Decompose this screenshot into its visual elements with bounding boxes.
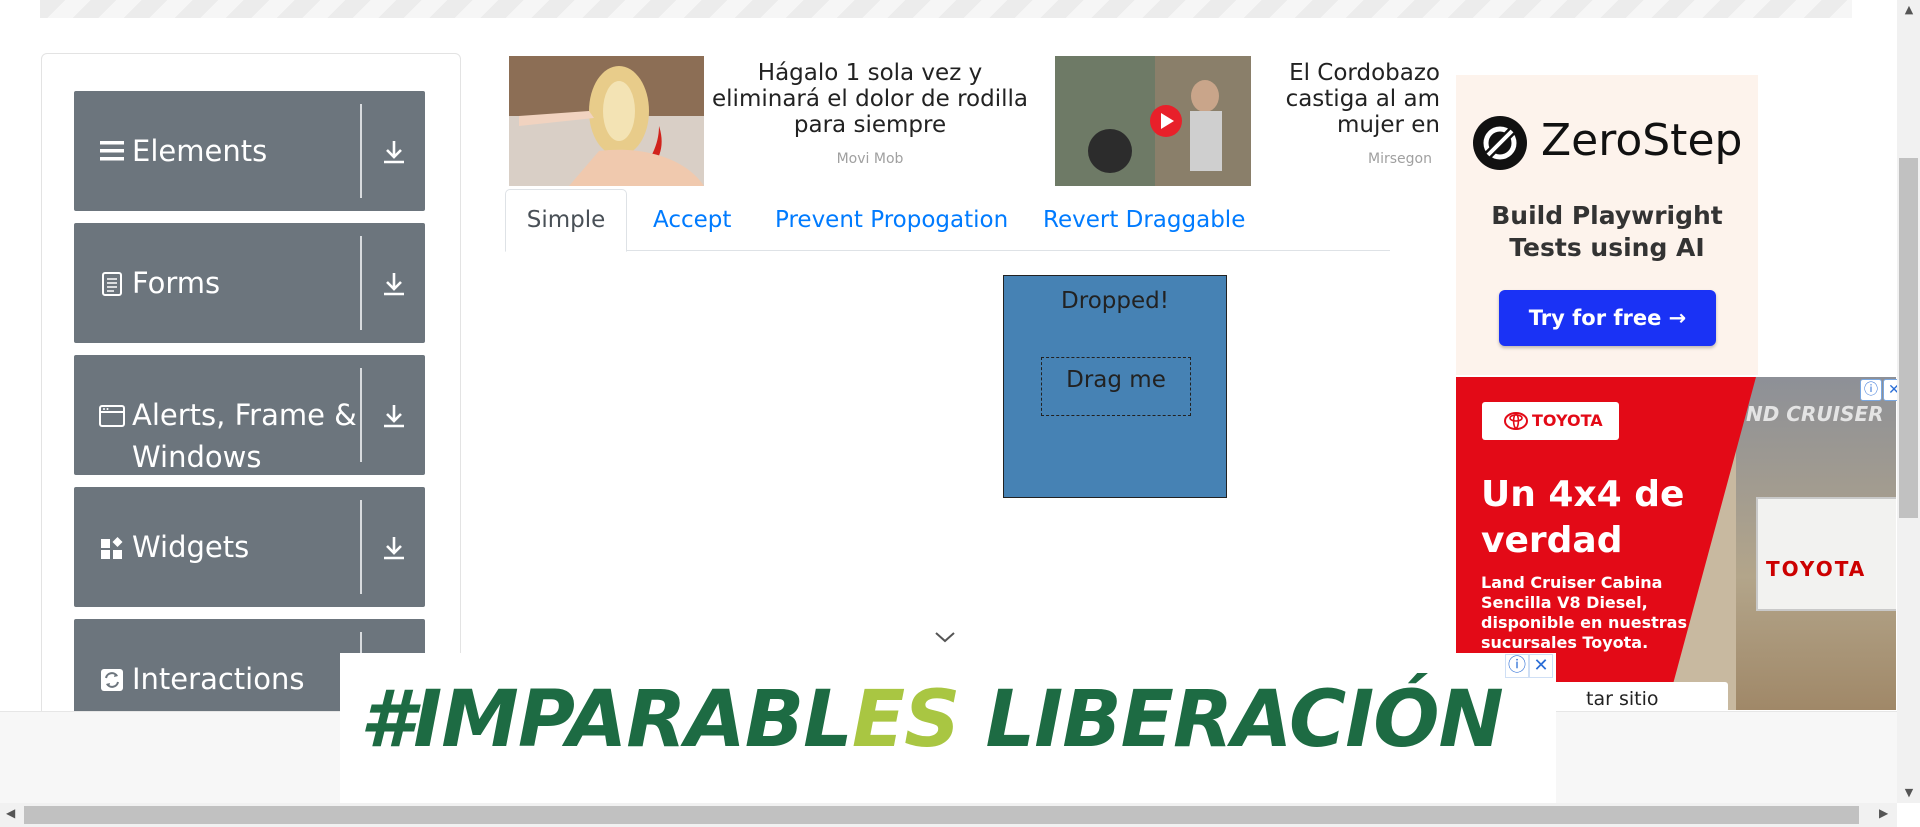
widgets-icon xyxy=(101,537,123,559)
knee-ad-image[interactable] xyxy=(509,56,704,186)
scroll-left-icon[interactable]: ◀ xyxy=(6,806,15,820)
interactions-icon xyxy=(101,669,123,691)
tab-simple[interactable]: Simple xyxy=(505,189,627,252)
sidebar-group-label-line2: Windows xyxy=(132,440,262,474)
try-for-free-button[interactable]: Try for free → xyxy=(1499,290,1716,346)
window-icon xyxy=(99,405,125,427)
headline-line: Un 4x4 de xyxy=(1481,474,1685,515)
sidebar-group-label: Elements xyxy=(132,134,268,168)
toyota-headline: Un 4x4 de verdad xyxy=(1481,472,1721,564)
cordobazo-ad-title[interactable]: El Cordobazo castiga al am mujer en xyxy=(1260,60,1440,138)
sidebar-group-label: Widgets xyxy=(132,530,250,564)
divider xyxy=(360,500,362,594)
divider xyxy=(360,368,362,462)
sidebar-group-elements[interactable]: Elements xyxy=(74,91,425,211)
sidebar-group-forms[interactable]: Forms xyxy=(74,223,425,343)
banner-text-es: ES xyxy=(851,675,960,765)
cordobazo-ad-source: Mirsegon xyxy=(1368,151,1432,167)
toyota-logo-icon xyxy=(1504,412,1528,430)
knee-ad-title[interactable]: Hágalo 1 sola vez y eliminará el dolor d… xyxy=(700,60,1040,138)
sidebar-group-label: Alerts, Frame & xyxy=(132,398,357,432)
tab-prevent-propogation[interactable]: Prevent Propogation xyxy=(775,190,1008,250)
ad-title-line: para siempre xyxy=(793,112,947,138)
scroll-right-icon[interactable]: ▶ xyxy=(1879,806,1888,820)
ad-title-line: Hágalo 1 sola vez y xyxy=(757,60,983,86)
tagline-line: Build Playwright xyxy=(1491,201,1723,230)
visit-site-button[interactable]: tar sitio xyxy=(1538,682,1728,710)
tabs-underline xyxy=(505,250,1390,251)
document-icon xyxy=(102,272,122,296)
sidebar-group-label: Interactions xyxy=(132,662,305,696)
tab-revert-draggable[interactable]: Revert Draggable xyxy=(1043,190,1245,250)
zerostep-tagline: Build Playwright Tests using AI xyxy=(1456,200,1758,264)
tab-accept[interactable]: Accept xyxy=(653,190,731,250)
download-icon[interactable] xyxy=(379,401,409,431)
zerostep-logo-icon xyxy=(1473,116,1527,170)
download-icon[interactable] xyxy=(379,533,409,563)
download-icon[interactable] xyxy=(379,137,409,167)
toyota-badge: TOYOTA xyxy=(1482,402,1619,440)
droppable-text: Dropped! xyxy=(1061,288,1169,314)
vertical-scroll-thumb[interactable] xyxy=(1899,158,1918,518)
headline-line: verdad xyxy=(1481,520,1623,561)
sidebar-group-label: Forms xyxy=(132,266,221,300)
cordobazo-ad-image[interactable] xyxy=(1055,56,1251,186)
scroll-down-icon[interactable]: ▼ xyxy=(1901,786,1917,799)
banner-close-icon[interactable]: ✕ xyxy=(1529,654,1553,678)
menu-icon xyxy=(100,141,124,161)
ad-title-line: eliminará el dolor de rodilla xyxy=(712,86,1028,112)
zerostep-ad[interactable]: ZeroStep Build Playwright Tests using AI… xyxy=(1456,75,1758,375)
draggable-box[interactable]: Drag me xyxy=(1041,357,1191,416)
bottom-banner-ad[interactable]: #IMPARABLES LIBERACIÓN xyxy=(340,653,1556,803)
divider xyxy=(360,104,362,198)
ad-info-icon[interactable]: ⓘ xyxy=(1860,379,1882,401)
land-cruiser-overlay: ND CRUISER xyxy=(1746,402,1884,426)
chevron-down-icon[interactable] xyxy=(934,630,956,644)
tagline-line: Tests using AI xyxy=(1509,233,1705,262)
banner-info-icon[interactable]: ⓘ xyxy=(1505,654,1529,678)
top-banner-strip xyxy=(40,0,1852,18)
banner-text-part: #IMPARABL xyxy=(360,675,853,765)
toyota-badge-text: TOYOTA xyxy=(1532,411,1603,430)
ad-title-line: castiga al am xyxy=(1285,86,1440,112)
download-icon[interactable] xyxy=(379,269,409,299)
scroll-up-icon[interactable]: ▲ xyxy=(1901,3,1917,16)
ad-title-line: mujer en xyxy=(1336,112,1440,138)
banner-text-part: LIBERACIÓN xyxy=(959,675,1503,765)
toyota-subtext: Land Cruiser Cabina Sencilla V8 Diesel, … xyxy=(1481,573,1687,652)
banner-text: #IMPARABLES LIBERACIÓN xyxy=(360,675,1504,765)
truck-brand-text: TOYOTA xyxy=(1766,557,1867,581)
knee-ad-source: Movi Mob xyxy=(836,151,904,167)
zerostep-logo-text: ZeroStep xyxy=(1541,115,1743,166)
truck-image xyxy=(1756,497,1896,611)
horizontal-scroll-thumb[interactable] xyxy=(24,806,1859,824)
divider xyxy=(360,236,362,330)
sidebar-group-widgets[interactable]: Widgets xyxy=(74,487,425,607)
sidebar-group-alerts-frame-windows[interactable]: Alerts, Frame & Windows xyxy=(74,355,425,475)
ad-title-line: El Cordobazo xyxy=(1289,60,1440,86)
